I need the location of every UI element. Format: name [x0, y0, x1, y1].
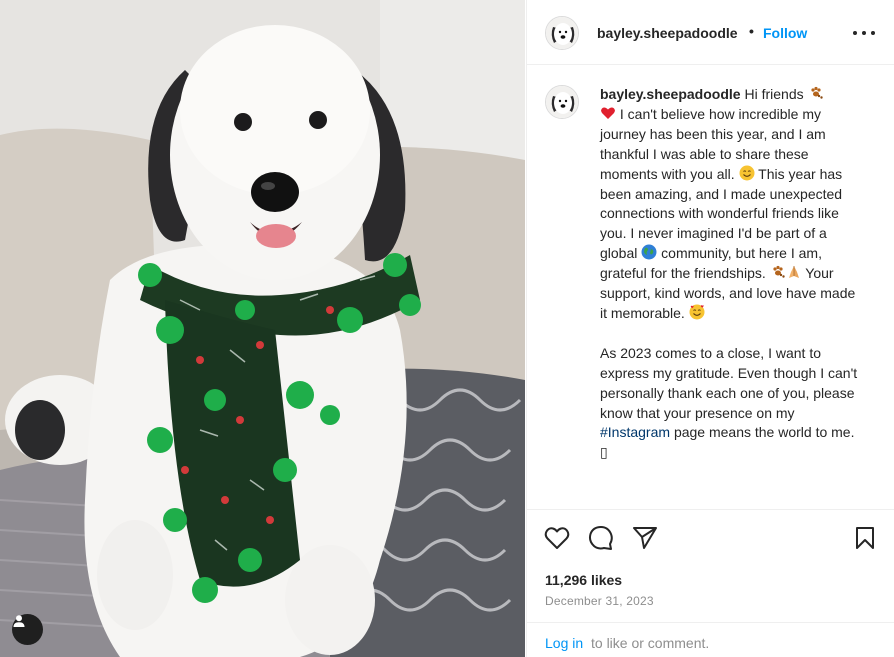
- red-heart-emoji: [601, 107, 615, 119]
- share-button[interactable]: [631, 524, 659, 552]
- sheepadoodle-photo: [0, 0, 525, 657]
- separator-dot: •: [749, 23, 754, 39]
- login-link[interactable]: Log in: [545, 635, 583, 651]
- post-caption: bayley.sheepadoodle Hi friends I can't b…: [600, 85, 862, 463]
- like-button[interactable]: [543, 524, 571, 552]
- username-link[interactable]: bayley.sheepadoodle: [597, 25, 738, 41]
- post-header: bayley.sheepadoodle • Follow: [527, 0, 894, 65]
- paw-prints-emoji: [810, 86, 823, 99]
- caption-text: As 2023 comes to a close, I want to expr…: [600, 344, 858, 421]
- smiling-face-with-hearts-emoji: [689, 304, 705, 320]
- user-tag-icon: [13, 615, 25, 627]
- likes-count[interactable]: 11,296 likes: [545, 572, 622, 588]
- user-tag-button[interactable]: [12, 614, 43, 645]
- paw-prints-emoji: [773, 266, 785, 278]
- post-details-panel: bayley.sheepadoodle • Follow bayley.shee…: [526, 0, 894, 657]
- comment-icon: [588, 526, 613, 550]
- dog-avatar-icon: [546, 86, 578, 118]
- post-image[interactable]: [0, 0, 525, 657]
- avatar[interactable]: [545, 16, 579, 50]
- action-bar: [527, 518, 894, 558]
- share-icon: [633, 527, 657, 549]
- caption-avatar[interactable]: [545, 85, 579, 119]
- caption-username[interactable]: bayley.sheepadoodle: [600, 86, 741, 102]
- comment-button[interactable]: [587, 524, 615, 552]
- hashtag-link[interactable]: #Instagram: [600, 424, 670, 440]
- caption-text: page means the world to me.: [673, 424, 855, 441]
- dog-avatar-icon: [546, 17, 578, 49]
- bookmark-icon: [856, 527, 874, 549]
- comments-section: bayley.sheepadoodle Hi friends I can't b…: [527, 65, 894, 510]
- folded-hands-emoji: [788, 266, 799, 279]
- caption-text: Hi friends: [744, 86, 804, 102]
- more-options-icon[interactable]: [853, 26, 875, 40]
- unrendered-glyph: ▯: [600, 444, 608, 461]
- globe-emoji: [641, 244, 657, 260]
- dot: [853, 31, 857, 35]
- heart-icon: [544, 527, 570, 549]
- dot: [862, 31, 866, 35]
- save-button[interactable]: [851, 524, 879, 552]
- login-prompt-text: to like or comment.: [591, 635, 710, 651]
- follow-button[interactable]: Follow: [763, 25, 807, 41]
- post-date: December 31, 2023: [545, 594, 654, 608]
- smiling-face-emoji: [739, 165, 754, 181]
- dot: [871, 31, 875, 35]
- login-footer: Log in to like or comment.: [527, 622, 894, 657]
